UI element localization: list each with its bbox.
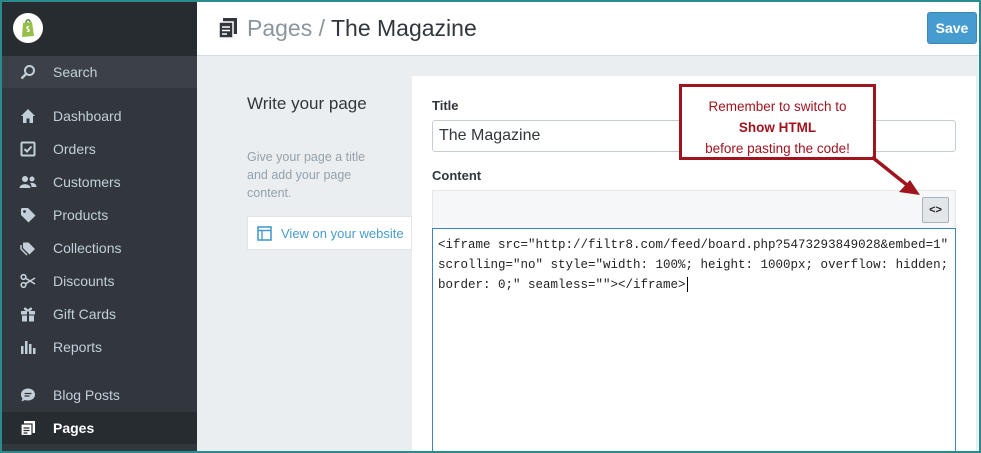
breadcrumb: Pages / The Magazine	[247, 15, 477, 42]
sidebar-item-label: Blog Posts	[53, 387, 120, 403]
save-button[interactable]: Save	[927, 12, 977, 44]
sidebar: Search Dashboard Orders Customers Produc…	[2, 2, 197, 451]
gift-icon	[19, 305, 37, 323]
sidebar-item-orders[interactable]: Orders	[2, 133, 197, 165]
sidebar-item-gift-cards[interactable]: Gift Cards	[2, 298, 197, 330]
app-frame: Search Dashboard Orders Customers Produc…	[2, 2, 979, 451]
sidebar-item-blog-posts[interactable]: Blog Posts	[2, 379, 197, 411]
annotation-line-1: Remember to switch to	[708, 99, 847, 114]
browser-window-icon	[257, 225, 272, 241]
sidebar-item-label: Gift Cards	[53, 306, 117, 322]
sidebar-item-label: Products	[53, 207, 109, 223]
home-icon	[19, 107, 37, 125]
sidebar-item-dashboard[interactable]: Dashboard	[2, 100, 197, 132]
pages-icon	[19, 419, 37, 437]
scissors-icon	[19, 272, 37, 290]
chat-bubble-icon	[19, 386, 37, 404]
annotation-callout: Remember to switch to Show HTML before p…	[679, 84, 876, 160]
view-on-website-link[interactable]: View on your website	[247, 216, 412, 250]
breadcrumb-pages-link[interactable]: Pages	[247, 15, 312, 41]
editor-toolbar: <>	[432, 190, 956, 228]
sidebar-item-pages[interactable]: Pages	[2, 412, 197, 444]
page-header: Pages / The Magazine Save	[197, 2, 979, 56]
sidebar-search[interactable]: Search	[2, 56, 197, 88]
breadcrumb-separator: /	[318, 15, 325, 41]
customers-icon	[19, 173, 37, 191]
shopify-logo-icon[interactable]	[13, 13, 43, 43]
html-code-editor[interactable]: <iframe src="http://filtr8.com/feed/boar…	[432, 228, 956, 451]
sidebar-item-label: Orders	[53, 141, 96, 157]
sidebar-item-discounts[interactable]: Discounts	[2, 265, 197, 297]
page-title: The Magazine	[330, 15, 477, 41]
sidebar-search-label: Search	[53, 64, 98, 80]
content-label: Content	[432, 168, 482, 183]
title-label: Title	[432, 98, 459, 113]
sidebar-item-label: Reports	[53, 339, 103, 355]
text-cursor	[686, 277, 688, 293]
tags-icon	[19, 239, 37, 257]
sidebar-item-label: Dashboard	[53, 108, 122, 124]
sidebar-item-reports[interactable]: Reports	[2, 331, 197, 363]
inbox-check-icon	[19, 140, 37, 158]
section-description: Give your page a title and add your page…	[247, 150, 366, 200]
sidebar-item-label: Discounts	[53, 273, 115, 289]
sidebar-item-label: Collections	[53, 240, 122, 256]
sidebar-header	[2, 2, 197, 56]
show-html-button[interactable]: <>	[922, 197, 949, 223]
html-code-text: <iframe src="http://filtr8.com/feed/boar…	[438, 238, 956, 292]
sidebar-item-label: Customers	[53, 174, 121, 190]
tag-icon	[19, 206, 37, 224]
sidebar-item-label: Pages	[53, 420, 95, 436]
pages-icon	[218, 17, 238, 44]
view-on-website-label: View on your website	[281, 225, 404, 241]
annotation-line-3: before pasting the code!	[705, 141, 850, 156]
search-icon	[19, 63, 37, 81]
sidebar-item-collections[interactable]: Collections	[2, 232, 197, 264]
sidebar-item-products[interactable]: Products	[2, 199, 197, 231]
bar-chart-icon	[19, 338, 37, 356]
section-heading: Write your page	[247, 94, 367, 113]
sidebar-item-customers[interactable]: Customers	[2, 166, 197, 198]
annotation-line-2: Show HTML	[738, 120, 817, 135]
